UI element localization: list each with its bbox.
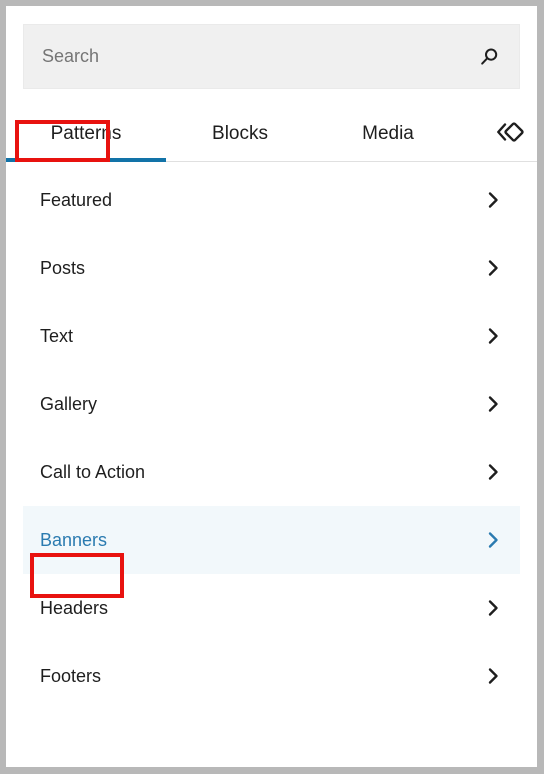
category-row-featured[interactable]: Featured xyxy=(23,166,520,234)
window-frame: Patterns Blocks Media Feat xyxy=(0,0,544,774)
chevron-right-icon xyxy=(482,529,504,551)
tabs-spacer xyxy=(462,105,481,162)
category-label: Footers xyxy=(40,665,102,686)
chevron-right-icon xyxy=(482,257,504,279)
category-label: Gallery xyxy=(40,393,98,414)
chevron-left-diamond-icon xyxy=(492,115,526,152)
tab-patterns-label: Patterns xyxy=(50,122,122,144)
category-label: Posts xyxy=(40,257,86,278)
pattern-explorer-toggle-button[interactable] xyxy=(481,105,537,162)
search-input[interactable] xyxy=(24,25,519,88)
category-label: Featured xyxy=(40,189,113,210)
category-label: Headers xyxy=(40,597,109,618)
inserter-tabs: Patterns Blocks Media xyxy=(6,105,537,162)
category-label: Call to Action xyxy=(40,461,146,482)
tab-patterns[interactable]: Patterns xyxy=(6,105,166,162)
category-row-banners[interactable]: Banners xyxy=(23,506,520,574)
search-region xyxy=(6,6,537,89)
chevron-right-icon xyxy=(482,393,504,415)
pattern-category-list: Featured Posts Text Gallery Call to Acti… xyxy=(6,162,537,710)
chevron-right-icon xyxy=(482,461,504,483)
chevron-right-icon xyxy=(482,665,504,687)
search-box[interactable] xyxy=(23,24,520,89)
tab-blocks-label: Blocks xyxy=(212,122,268,144)
chevron-right-icon xyxy=(482,597,504,619)
block-inserter-panel: Patterns Blocks Media Feat xyxy=(6,6,537,767)
category-row-posts[interactable]: Posts xyxy=(23,234,520,302)
tab-blocks[interactable]: Blocks xyxy=(166,105,314,162)
category-row-text[interactable]: Text xyxy=(23,302,520,370)
category-row-footers[interactable]: Footers xyxy=(23,642,520,710)
category-label: Banners xyxy=(40,529,108,550)
category-row-headers[interactable]: Headers xyxy=(23,574,520,642)
category-row-gallery[interactable]: Gallery xyxy=(23,370,520,438)
tab-media-label: Media xyxy=(362,122,414,144)
category-row-call-to-action[interactable]: Call to Action xyxy=(23,438,520,506)
chevron-right-icon xyxy=(482,189,504,211)
chevron-right-icon xyxy=(482,325,504,347)
tab-media[interactable]: Media xyxy=(314,105,462,162)
category-label: Text xyxy=(40,325,74,346)
